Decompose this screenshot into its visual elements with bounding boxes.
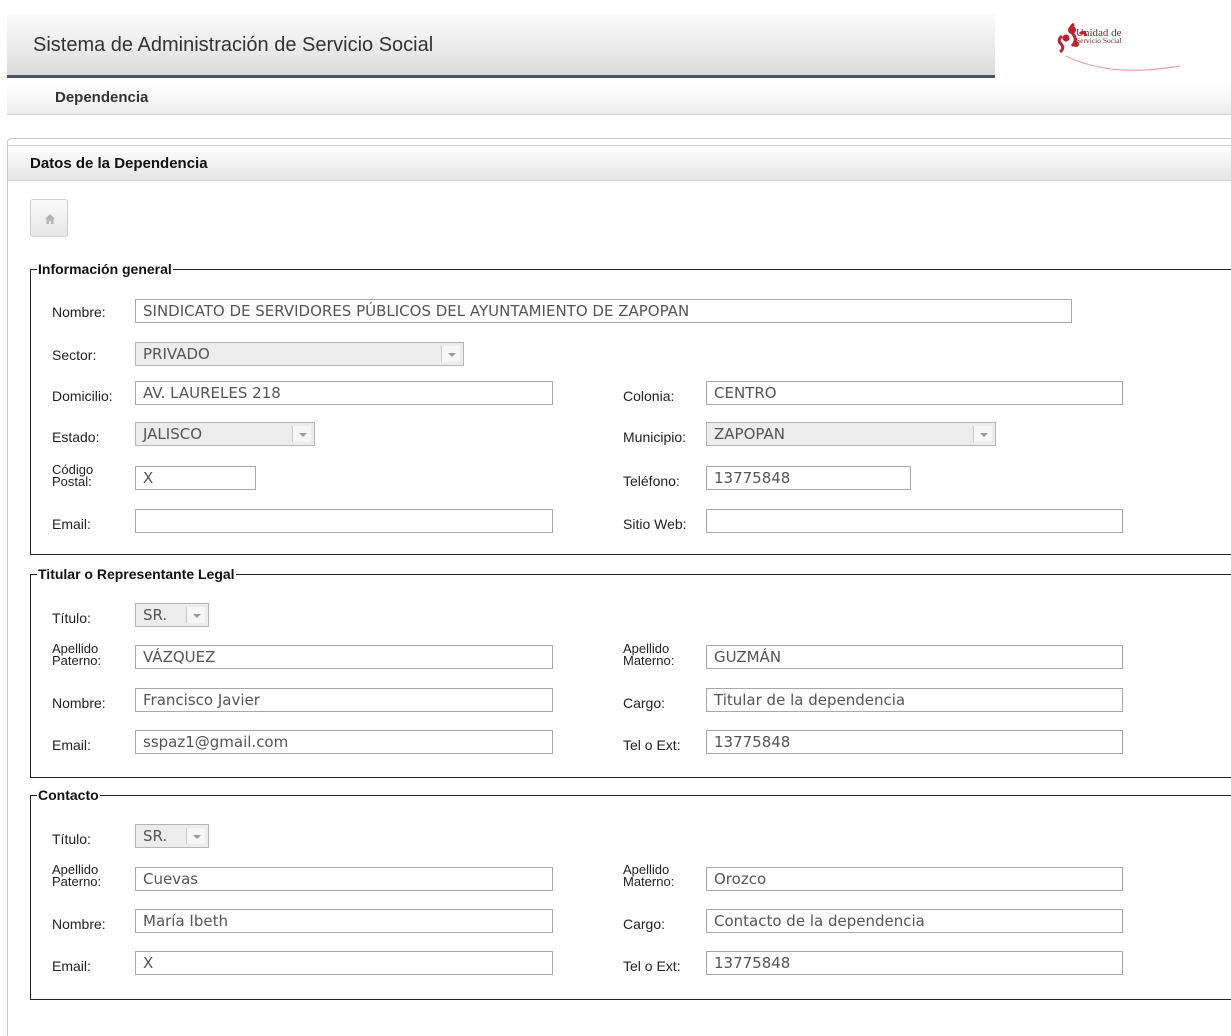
codigo-postal-input[interactable]: X (135, 466, 256, 490)
contacto-email-label: Email: (52, 958, 91, 974)
fieldset-contacto: Contacto Título: SR. Apellido Paterno: C… (30, 787, 1231, 1000)
titular-titulo-value: SR. (143, 606, 168, 624)
label-line2: Paterno: (52, 653, 102, 668)
titular-cargo-input[interactable]: Titular de la dependencia (706, 688, 1123, 712)
municipio-select[interactable]: ZAPOPAN (706, 422, 996, 446)
titular-apellido-materno-input[interactable]: GUZMÁN (706, 645, 1123, 669)
titular-tel-input[interactable]: 13775848 (706, 730, 1123, 754)
domicilio-label: Domicilio: (52, 388, 113, 404)
contacto-titulo-value: SR. (143, 827, 168, 845)
chevron-down-icon (973, 426, 992, 442)
contacto-email-input[interactable]: X (135, 951, 553, 975)
codigo-postal-label: Código Postal: (52, 463, 93, 489)
titular-apellido-paterno-label: Apellido Paterno: (52, 642, 102, 668)
estado-select[interactable]: JALISCO (135, 422, 315, 446)
fieldset-legend: Contacto (37, 787, 100, 803)
contacto-tel-label: Tel o Ext: (623, 958, 681, 974)
panel-header: Datos de la Dependencia (8, 145, 1231, 181)
contacto-nombre-input[interactable]: María Ibeth (135, 909, 553, 933)
home-icon (45, 214, 55, 224)
titular-nombre-label: Nombre: (52, 695, 106, 711)
chevron-down-icon (292, 426, 311, 442)
sector-label: Sector: (52, 347, 97, 363)
titular-titulo-select[interactable]: SR. (135, 603, 209, 627)
chevron-down-icon (186, 828, 205, 844)
home-button[interactable] (30, 199, 68, 237)
estado-value: JALISCO (143, 425, 203, 443)
codigo-postal-label-line2: Postal: (52, 474, 92, 489)
fieldset-informacion-general: Información general Nombre: SINDICATO DE… (30, 261, 1231, 555)
titular-titulo-label: Título: (52, 610, 91, 626)
fieldset-legend: Titular o Representante Legal (37, 566, 236, 582)
logo-text: Unidad de Servicio Social (1076, 28, 1122, 45)
titular-tel-label: Tel o Ext: (623, 737, 681, 753)
email-label: Email: (52, 516, 91, 532)
contacto-apellido-materno-input[interactable]: Orozco (706, 867, 1123, 891)
contacto-apellido-paterno-input[interactable]: Cuevas (135, 867, 553, 891)
logo-line-2: Servicio Social (1076, 36, 1122, 45)
titular-nombre-input[interactable]: Francisco Javier (135, 688, 553, 712)
titular-email-label: Email: (52, 737, 91, 753)
nombre-label: Nombre: (52, 304, 106, 320)
titular-cargo-label: Cargo: (623, 695, 666, 711)
app-header: Sistema de Administración de Servicio So… (7, 14, 995, 78)
colonia-label: Colonia: (623, 388, 675, 404)
nav-bar: Dependencia (7, 83, 1231, 115)
colonia-input[interactable]: CENTRO (706, 381, 1123, 405)
titular-email-input[interactable]: sspaz1@gmail.com (135, 730, 553, 754)
label-line2: Materno: (623, 653, 675, 668)
contacto-cargo-input[interactable]: Contacto de la dependencia (706, 909, 1123, 933)
contacto-apellido-materno-label: Apellido Materno: (623, 863, 675, 889)
telefono-label: Teléfono: (623, 473, 680, 489)
dependencia-nombre-input[interactable]: SINDICATO DE SERVIDORES PÚBLICOS DEL AYU… (135, 299, 1072, 323)
contacto-apellido-paterno-label: Apellido Paterno: (52, 863, 102, 889)
estado-label: Estado: (52, 429, 100, 445)
chevron-down-icon (186, 607, 205, 623)
logo-icon (1057, 22, 1181, 71)
app-title: Sistema de Administración de Servicio So… (33, 34, 434, 56)
panel-title: Datos de la Dependencia (30, 155, 208, 172)
email-input[interactable] (135, 509, 553, 533)
sitio-web-input[interactable] (706, 509, 1123, 533)
sector-select[interactable]: PRIVADO (135, 342, 464, 366)
fieldset-legend: Información general (37, 261, 173, 277)
municipio-value: ZAPOPAN (714, 425, 785, 443)
sector-value: PRIVADO (143, 345, 210, 363)
telefono-input[interactable]: 13775848 (706, 466, 911, 490)
titular-apellido-paterno-input[interactable]: VÁZQUEZ (135, 645, 553, 669)
contacto-tel-input[interactable]: 13775848 (706, 951, 1123, 975)
contacto-nombre-label: Nombre: (52, 916, 106, 932)
nav-item-dependencia[interactable]: Dependencia (55, 89, 148, 106)
unidad-logo: Unidad de Servicio Social (1040, 16, 1190, 74)
domicilio-input[interactable]: AV. LAURELES 218 (135, 381, 553, 405)
contacto-titulo-label: Título: (52, 831, 91, 847)
label-line2: Materno: (623, 874, 675, 889)
fieldset-titular: Titular o Representante Legal Título: SR… (30, 566, 1231, 778)
municipio-label: Municipio: (623, 429, 687, 445)
label-line2: Paterno: (52, 874, 102, 889)
titular-apellido-materno-label: Apellido Materno: (623, 642, 675, 668)
dependencia-panel: Datos de la Dependencia Información gene… (7, 138, 1231, 1036)
contacto-titulo-select[interactable]: SR. (135, 824, 209, 848)
contacto-cargo-label: Cargo: (623, 916, 666, 932)
sitio-web-label: Sitio Web: (623, 516, 687, 532)
chevron-down-icon (441, 346, 460, 362)
